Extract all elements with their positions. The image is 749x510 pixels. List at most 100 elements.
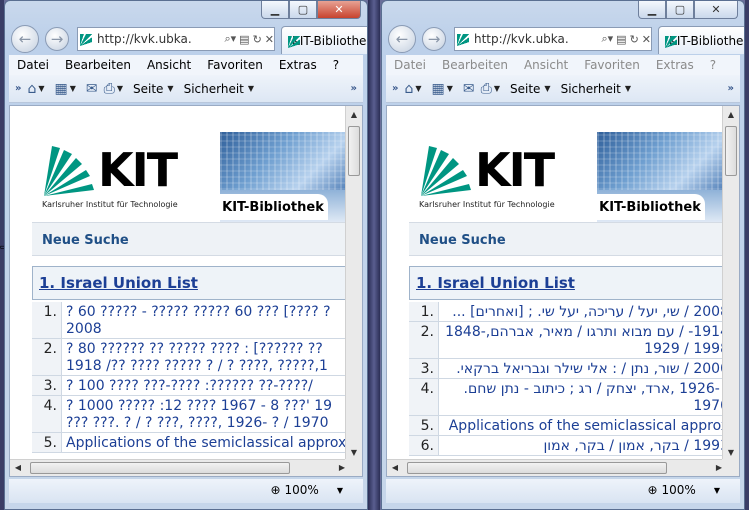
scroll-up-icon[interactable]: ▲ [346, 106, 362, 123]
zoom-control[interactable]: ⊕ 100% ▼ [270, 483, 343, 497]
result-row[interactable]: 2.? 80 ?????? ?? ????? ???? : [?????? ??… [32, 339, 352, 376]
mail-icon[interactable]: ✉ [463, 81, 475, 97]
stop-icon[interactable]: ✕ [642, 33, 651, 46]
result-title-link[interactable]: 2000 / שור, נתן / : אלי שילר וגבריאל ברק… [439, 359, 729, 378]
minimize-button[interactable]: ▁ [638, 1, 666, 19]
menu-ansicht[interactable]: Ansicht [524, 58, 568, 72]
search-icon[interactable]: ⌕▾ [601, 32, 613, 46]
result-row[interactable]: 5. Applications of the semiclassical appr… [409, 416, 729, 436]
result-line[interactable]: ??? ???. ? / ? ???, ????, 1926- ? / 1970 [66, 415, 352, 432]
new-search-link[interactable]: Neue Suche [419, 233, 506, 248]
result-line[interactable]: 2000 / שור, נתן / : אלי שילר וגבריאל ברק… [443, 361, 729, 378]
stop-icon[interactable]: ✕ [265, 33, 274, 46]
result-line[interactable]: 1998 / 1929 [443, 341, 729, 358]
page-menu-button[interactable]: Seite [510, 82, 540, 96]
horizontal-scrollbar[interactable]: ◀ ▶ [10, 459, 350, 476]
result-row[interactable]: 3.? 100 ???? ???-???? :?????? ??-????/ [32, 376, 352, 396]
menu-help[interactable]: ? [710, 58, 716, 72]
result-title-link[interactable]: / -1926 ,ארד, יצחק / רג ; כיתוב - נתן שח… [439, 379, 729, 415]
security-menu-button[interactable]: Sicherheit [184, 82, 244, 96]
result-row[interactable]: 2. 1914- / עם מבוא ותרגו / מאיר, אברהם,-1… [409, 322, 729, 359]
result-line[interactable]: ? 80 ?????? ?? ????? ???? : [?????? ?? [66, 341, 352, 358]
result-line[interactable]: 1914- / עם מבוא ותרגו / מאיר, אברהם,-184… [443, 324, 729, 341]
menu-bearbeiten[interactable]: Bearbeiten [442, 58, 508, 72]
address-url[interactable]: http://kvk.ubka. [474, 32, 598, 46]
chevron-down-icon[interactable]: ▼ [494, 84, 500, 93]
result-line[interactable]: ? 1000 ????? :12 ???? 1967 - 8 ???' 19 [66, 398, 352, 415]
chevron-down-icon[interactable]: ▼ [714, 486, 720, 495]
result-row[interactable]: 3. 2000 / שור, נתן / : אלי שילר וגבריאל ב… [409, 359, 729, 379]
result-row[interactable]: 6. 1993 / בקר, אמון / בקר, אמון [409, 436, 729, 456]
close-button[interactable]: ✕ [694, 1, 738, 19]
print-icon[interactable]: ⎙ [481, 81, 492, 97]
scroll-left-icon[interactable]: ◀ [387, 460, 403, 476]
chevron-icon[interactable]: » [392, 83, 398, 94]
result-row[interactable]: 4./ -1926 ,ארד, יצחק / רג ; כיתוב - נתן … [409, 379, 729, 416]
forward-button[interactable]: → [45, 27, 69, 51]
horizontal-scrollbar[interactable]: ◀ ▶ [387, 459, 727, 476]
menu-datei[interactable]: Datei [394, 58, 426, 72]
scroll-up-icon[interactable]: ▲ [723, 106, 739, 123]
result-line[interactable]: 2008 / שי, יעל / עריכה, יעל שי. ; [ואחרי… [443, 304, 729, 321]
result-line[interactable]: ? 100 ???? ???-???? :?????? ??-????/ [66, 378, 352, 395]
maximize-button[interactable]: ▢ [666, 1, 694, 19]
scroll-thumb[interactable] [348, 126, 360, 176]
result-title-link[interactable]: ? 100 ???? ???-???? :?????? ??-????/ [62, 376, 352, 395]
kit-logo[interactable]: KIT Karlsruher Institut für Technologie [419, 142, 579, 214]
chevron-down-icon[interactable]: ▼ [337, 486, 343, 495]
chevron-icon[interactable]: » [728, 83, 734, 94]
result-title-link[interactable]: ? 80 ?????? ?? ????? ???? : [?????? ?? 19… [62, 339, 352, 375]
maximize-button[interactable]: ▢ [289, 1, 317, 19]
tab-kit-bibliothek[interactable]: KIT-Bibliothek [658, 26, 744, 54]
vertical-scrollbar[interactable]: ▲ ▼ [722, 106, 739, 461]
kit-logo[interactable]: KIT Karlsruher Institut für Technologie [42, 142, 202, 214]
menu-favoriten[interactable]: Favoriten [584, 58, 640, 72]
result-row[interactable]: 1. 2008 / שי, יעל / עריכה, יעל שי. ; [ואח… [409, 302, 729, 322]
address-url[interactable]: http://kvk.ubka. [97, 32, 221, 46]
forward-button[interactable]: → [422, 27, 446, 51]
result-title-link[interactable]: 1914- / עם מבוא ותרגו / מאיר, אברהם,-184… [439, 322, 729, 358]
israel-union-list-link[interactable]: 1. Israel Union List [416, 274, 575, 292]
address-bar[interactable]: http://kvk.ubka. ⌕▾ ▤ ↻ ✕ [77, 27, 275, 51]
chevron-icon[interactable]: » [351, 83, 357, 94]
zoom-control[interactable]: ⊕ 100% ▼ [647, 483, 720, 497]
result-line[interactable]: 1918 /?? ???? ????? ? / ? ????, ?????,1 [66, 358, 352, 375]
chevron-down-icon[interactable]: ▼ [117, 84, 123, 93]
security-menu-button[interactable]: Sicherheit [561, 82, 621, 96]
home-icon[interactable]: ⌂ [404, 81, 413, 97]
new-search-link[interactable]: Neue Suche [42, 233, 129, 248]
feeds-icon[interactable]: ▦ [432, 81, 445, 97]
back-button[interactable]: ← [11, 25, 39, 53]
scroll-left-icon[interactable]: ◀ [10, 460, 26, 476]
result-title-link[interactable]: Applications of the semiclassical approx… [62, 433, 352, 452]
result-row[interactable]: 4.? 1000 ????? :12 ???? 1967 - 8 ???' 19… [32, 396, 352, 433]
result-title-link[interactable]: ? 60 ????? - ????? ????? 60 ??? [???? ? 2… [62, 302, 352, 338]
menu-ansicht[interactable]: Ansicht [147, 58, 191, 72]
result-title-link[interactable]: 2008 / שי, יעל / עריכה, יעל שי. ; [ואחרי… [439, 302, 729, 321]
chevron-down-icon[interactable]: ▼ [447, 84, 453, 93]
menu-extras[interactable]: Extras [279, 58, 317, 72]
page-viewport[interactable]: KIT Karlsruher Institut für Technologie … [386, 105, 740, 477]
refresh-icon[interactable]: ↻ [630, 33, 639, 46]
scroll-thumb[interactable] [725, 126, 737, 176]
minimize-button[interactable]: ▁ [261, 1, 289, 19]
result-line[interactable]: 1970 [443, 398, 729, 415]
israel-union-list-link[interactable]: 1. Israel Union List [39, 274, 198, 292]
search-icon[interactable]: ⌕▾ [224, 32, 236, 46]
menu-favoriten[interactable]: Favoriten [207, 58, 263, 72]
result-line[interactable]: 1993 / בקר, אמון / בקר, אמון [443, 438, 729, 455]
compatibility-icon[interactable]: ▤ [239, 33, 249, 46]
mail-icon[interactable]: ✉ [86, 81, 98, 97]
print-icon[interactable]: ⎙ [104, 81, 115, 97]
vertical-scrollbar[interactable]: ▲ ▼ [345, 106, 362, 461]
back-button[interactable]: ← [388, 25, 416, 53]
result-title-link[interactable]: Applications of the semiclassical approx [439, 416, 729, 435]
compatibility-icon[interactable]: ▤ [616, 33, 626, 46]
tab-kit-bibliothek[interactable]: KIT-Bibliothek [281, 26, 367, 54]
scroll-thumb[interactable] [30, 462, 290, 474]
menu-help[interactable]: ? [333, 58, 339, 72]
result-title-link[interactable]: ? 1000 ????? :12 ???? 1967 - 8 ???' 19??… [62, 396, 352, 432]
scroll-thumb[interactable] [407, 462, 667, 474]
result-line[interactable]: Applications of the semiclassical approx… [66, 435, 352, 452]
result-row[interactable]: 5. Applications of the semiclassical appr… [32, 433, 352, 453]
